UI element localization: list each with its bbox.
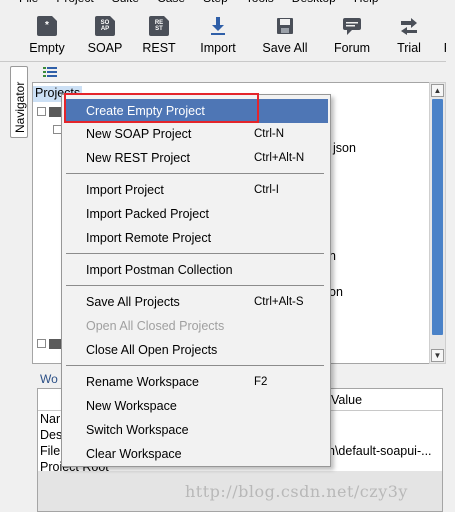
forum-chat-icon: [342, 16, 362, 36]
inspector-tab[interactable]: Wo: [40, 372, 58, 386]
forum-label: Forum: [333, 41, 371, 55]
menu-separator: [66, 285, 324, 286]
inspector-row-description: Des: [40, 428, 63, 442]
menu-suite[interactable]: Suite: [103, 0, 148, 9]
project-node-icon: [49, 339, 61, 349]
empty-project-button[interactable]: * Empty: [26, 12, 68, 60]
menu-separator: [66, 365, 324, 366]
menu-item-label: New Workspace: [86, 399, 177, 413]
menubar: File Project Suite Case Step Tools Deskt…: [0, 0, 455, 9]
menu-item-import-project[interactable]: Import Project Ctrl-I: [64, 178, 328, 202]
menu-item-shortcut: F2: [254, 376, 268, 388]
menu-step[interactable]: Step: [194, 0, 237, 9]
menu-item-new-workspace[interactable]: New Workspace: [64, 394, 328, 418]
soap-project-label: SOAP: [87, 41, 123, 55]
empty-project-label: Empty: [29, 41, 65, 55]
menu-item-label: Save All Projects: [86, 295, 180, 309]
scroll-down-arrow-icon[interactable]: ▼: [431, 349, 444, 362]
navigator-tab-label: Navigator: [13, 81, 27, 133]
menu-desktop[interactable]: Desktop: [283, 0, 345, 9]
import-label: Import: [200, 41, 236, 55]
workspace-node-icon: [49, 107, 61, 117]
tree-expander[interactable]: [37, 339, 46, 348]
rest-project-button[interactable]: RE ST REST: [138, 12, 180, 60]
navigator-tab[interactable]: Navigator: [10, 66, 28, 138]
menu-item-save-all-projects[interactable]: Save All Projects Ctrl+Alt-S: [64, 290, 328, 314]
menu-item-switch-workspace[interactable]: Switch Workspace: [64, 418, 328, 442]
tree-node-fragment: on: [329, 285, 343, 299]
soap-project-icon: SO AP: [95, 16, 115, 36]
menu-item-label: Close All Open Projects: [86, 343, 218, 357]
window-edge: [446, 0, 455, 512]
menu-item-shortcut: Ctrl+Alt-S: [254, 296, 304, 308]
menu-item-clear-workspace[interactable]: Clear Workspace: [64, 442, 328, 466]
menu-file[interactable]: File: [10, 0, 47, 9]
watermark: http://blog.csdn.net/czy3y: [185, 482, 408, 501]
value-column-header: Value: [328, 389, 442, 411]
save-all-label: Save All: [262, 41, 308, 55]
menu-item-open-all-closed-projects: Open All Closed Projects: [64, 314, 328, 338]
menu-item-label: Import Project: [86, 183, 164, 197]
menu-item-shortcut: Ctrl-I: [254, 184, 279, 196]
menu-tools[interactable]: Tools: [237, 0, 283, 9]
save-all-icon: [275, 16, 295, 36]
menu-item-label: Clear Workspace: [86, 447, 182, 461]
menu-item-import-packed-project[interactable]: Import Packed Project: [64, 202, 328, 226]
tree-view-toggle-icon[interactable]: [42, 66, 58, 80]
menu-project[interactable]: Project: [47, 0, 102, 9]
menu-item-rename-workspace[interactable]: Rename Workspace F2: [64, 370, 328, 394]
menu-item-new-soap-project[interactable]: New SOAP Project Ctrl-N: [64, 122, 328, 146]
inspector-row-name: Nar: [40, 412, 61, 426]
menu-item-label: New SOAP Project: [86, 127, 192, 141]
soap-project-button[interactable]: SO AP SOAP: [84, 12, 126, 60]
menu-item-shortcut: Ctrl-N: [254, 128, 285, 140]
scroll-thumb[interactable]: [432, 99, 443, 335]
menu-help[interactable]: Help: [345, 0, 388, 9]
menu-item-label: Switch Workspace: [86, 423, 189, 437]
main-toolbar: * Empty SO AP SOAP RE ST REST Import Sav…: [0, 9, 455, 62]
menu-item-label: New REST Project: [86, 151, 190, 165]
trial-arrows-icon: [399, 16, 419, 36]
trial-button[interactable]: Trial: [390, 12, 428, 60]
menu-item-label: Import Packed Project: [86, 207, 209, 221]
menu-item-label: Open All Closed Projects: [86, 319, 225, 333]
import-arrow-icon: [208, 16, 228, 36]
inspector-file-value: n\default-soapui-...: [328, 444, 432, 458]
forum-button[interactable]: Forum: [328, 12, 376, 60]
tree-vertical-scrollbar[interactable]: ▲ ▼: [429, 82, 446, 364]
menu-item-label: Rename Workspace: [86, 375, 200, 389]
workspace-context-menu: Create Empty Project New SOAP Project Ct…: [61, 94, 331, 467]
menu-separator: [66, 253, 324, 254]
menu-item-new-rest-project[interactable]: New REST Project Ctrl+Alt-N: [64, 146, 328, 170]
inspector-row-file: File: [40, 444, 61, 458]
menu-item-label: Import Remote Project: [86, 231, 212, 245]
menu-item-import-remote-project[interactable]: Import Remote Project: [64, 226, 328, 250]
navigator-strip: Navigator: [0, 62, 32, 512]
menu-separator: [66, 173, 324, 174]
annotation-highlight-box: [64, 93, 259, 123]
scroll-up-arrow-icon[interactable]: ▲: [431, 84, 444, 97]
tree-expander[interactable]: [37, 107, 46, 116]
import-button[interactable]: Import: [194, 12, 242, 60]
menu-item-label: Import Postman Collection: [86, 263, 233, 277]
tree-node-fragment: json: [333, 141, 356, 155]
new-empty-project-icon: *: [37, 16, 57, 36]
save-all-button[interactable]: Save All: [258, 12, 312, 60]
menu-case[interactable]: Case: [148, 0, 194, 9]
menu-item-close-all-open-projects[interactable]: Close All Open Projects: [64, 338, 328, 362]
menu-item-import-postman-collection[interactable]: Import Postman Collection: [64, 258, 328, 282]
rest-project-label: REST: [142, 41, 176, 55]
rest-project-icon: RE ST: [149, 16, 169, 36]
trial-label: Trial: [397, 41, 421, 55]
menu-item-shortcut: Ctrl+Alt-N: [254, 152, 305, 164]
